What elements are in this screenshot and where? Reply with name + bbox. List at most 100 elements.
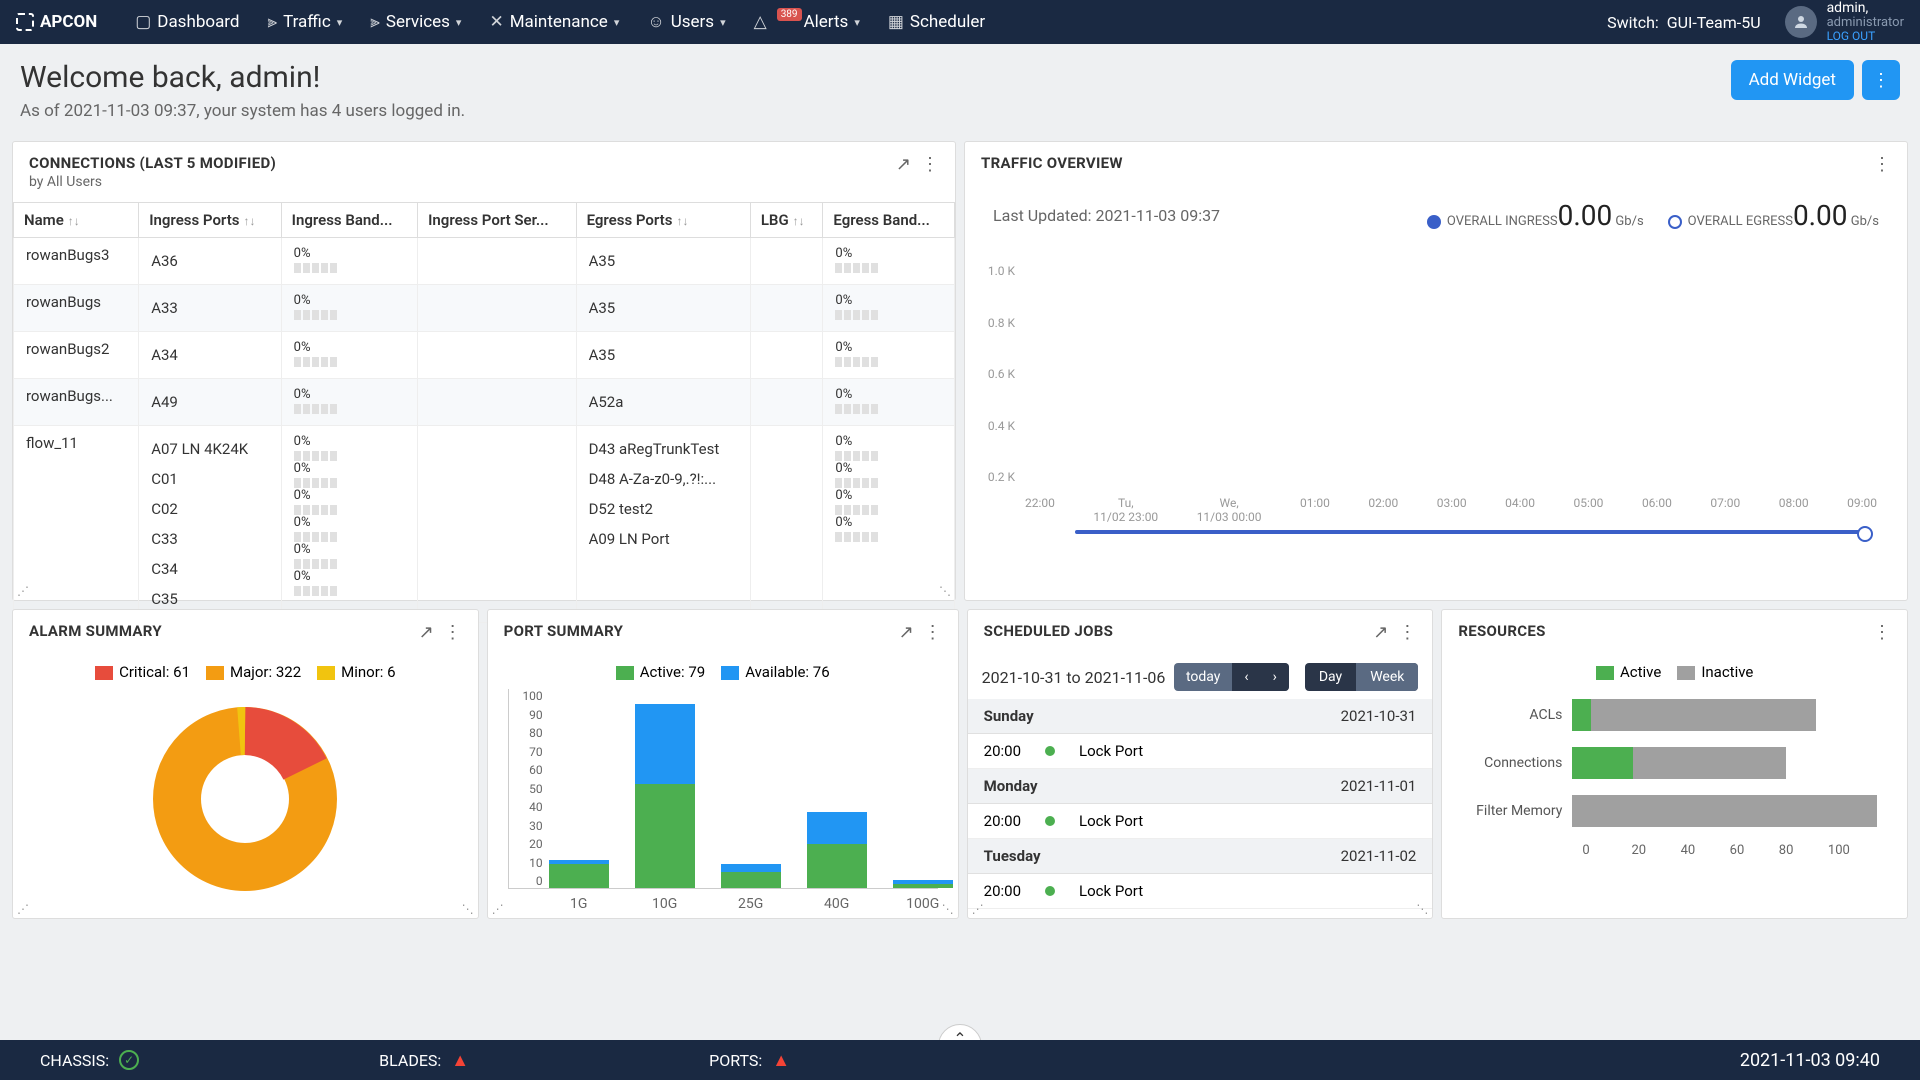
open-icon[interactable]: ↗ xyxy=(899,622,914,643)
brand-logo[interactable]: APCON xyxy=(16,12,97,32)
widget-resources: RESOURCES ⋮ Active Inactive ACLsConnecti… xyxy=(1441,609,1908,919)
sched-item[interactable]: 20:00Lock Port xyxy=(968,804,1433,839)
open-icon[interactable]: ↗ xyxy=(896,154,911,175)
page-header: Welcome back, admin! As of 2021-11-03 09… xyxy=(0,44,1920,137)
chevron-down-icon: ▾ xyxy=(614,16,620,29)
widget-port: PORT SUMMARY ↗ ⋮ Active: 79 Available: 76… xyxy=(487,609,959,919)
next-button[interactable]: › xyxy=(1261,663,1289,691)
week-button[interactable]: Week xyxy=(1356,663,1418,691)
legend-color-icon xyxy=(616,666,634,680)
resize-handle-icon[interactable]: ⋰ xyxy=(972,902,984,916)
resize-handle-icon[interactable]: ⋰ xyxy=(492,902,504,916)
nav-dashboard[interactable]: ▢Dashboard xyxy=(121,0,253,44)
kebab-icon[interactable]: ⋮ xyxy=(1873,154,1891,175)
open-icon[interactable]: ↗ xyxy=(419,622,434,643)
status-ports[interactable]: PORTS:▲ xyxy=(709,1050,790,1071)
resize-handle-icon[interactable]: ⋱ xyxy=(1416,902,1428,916)
open-icon[interactable]: ↗ xyxy=(1373,622,1388,643)
col-lbg[interactable]: LBG↑↓ xyxy=(750,203,823,238)
calendar-icon: ▦ xyxy=(888,12,904,32)
table-row[interactable]: rowanBugsA330%A350% xyxy=(14,285,955,332)
user-name: admin, xyxy=(1827,1,1904,16)
col-ingress-ports[interactable]: Ingress Ports↑↓ xyxy=(139,203,281,238)
resize-handle-icon[interactable]: ⋱ xyxy=(942,902,954,916)
avatar xyxy=(1785,6,1817,38)
res-legend: Active Inactive xyxy=(1442,655,1907,689)
user-menu[interactable]: admin, administrator LOG OUT xyxy=(1785,1,1904,44)
dashboard-icon: ▢ xyxy=(135,12,151,32)
nav-traffic[interactable]: ⫸Traffic▾ xyxy=(254,0,357,44)
traffic-chart[interactable]: 1.0 K0.8 K0.6 K0.4 K0.2 K 22:00Tu,11/02 … xyxy=(1025,264,1877,524)
kebab-icon[interactable]: ⋮ xyxy=(924,622,942,643)
table-row[interactable]: rowanBugs...A490%A52a0% xyxy=(14,379,955,426)
nav-maintenance[interactable]: ✕Maintenance▾ xyxy=(475,0,633,44)
resize-handle-icon[interactable]: ⋰ xyxy=(17,584,29,598)
sched-item[interactable]: 20:00Lock Port xyxy=(968,734,1433,769)
alarm-legend: Critical: 61 Major: 322 Minor: 6 xyxy=(13,655,478,689)
col-name[interactable]: Name↑↓ xyxy=(14,203,139,238)
legend-color-icon xyxy=(95,666,113,680)
today-button[interactable]: today xyxy=(1174,663,1232,691)
table-row[interactable]: flow_11A07 LN 4K24KC01C02C33C34C350%0%0%… xyxy=(14,426,955,623)
table-row[interactable]: rowanBugs3A360%A350% xyxy=(14,238,955,285)
status-bar: CHASSIS:✓ BLADES:▲ PORTS:▲ 2021-11-03 09… xyxy=(0,1040,1920,1080)
wrench-icon: ✕ xyxy=(489,12,503,32)
nav-users[interactable]: ☺Users▾ xyxy=(633,0,739,44)
widget-alarm: ALARM SUMMARY ↗⋮ Critical: 61 Major: 322… xyxy=(12,609,479,919)
resize-handle-icon[interactable]: ⋰ xyxy=(17,902,29,916)
chevron-down-icon: ▾ xyxy=(456,16,462,29)
switch-selector[interactable]: Switch: GUI-Team-5U xyxy=(1607,13,1760,32)
connections-title: CONNECTIONS (LAST 5 MODIFIED) xyxy=(29,154,276,172)
kebab-icon[interactable]: ⋮ xyxy=(444,622,462,643)
widget-traffic: TRAFFIC OVERVIEW ⋮ Last Updated: 2021-11… xyxy=(964,141,1908,601)
res-chart[interactable]: ACLsConnectionsFilter Memory020406080100 xyxy=(1442,689,1907,868)
kebab-icon[interactable]: ⋮ xyxy=(921,154,939,175)
legend-color-icon xyxy=(1677,666,1695,680)
res-title: RESOURCES xyxy=(1458,622,1545,640)
traffic-icon: ⫸ xyxy=(268,12,278,32)
traffic-updated: Last Updated: 2021-11-03 09:37 xyxy=(993,206,1220,225)
warning-icon: ▲ xyxy=(451,1050,469,1071)
col-egress-ports[interactable]: Egress Ports↑↓ xyxy=(576,203,750,238)
legend-ingress: OVERALL INGRESS0.00 Gb/s xyxy=(1427,199,1644,232)
connections-table: Name↑↓ Ingress Ports↑↓ Ingress Band... I… xyxy=(13,202,955,623)
alert-badge: 389 xyxy=(777,8,802,21)
date-nav: today ‹ › xyxy=(1174,663,1289,691)
footer-time: 2021-11-03 09:40 xyxy=(1740,1050,1880,1071)
table-row[interactable]: rowanBugs2A340%A350% xyxy=(14,332,955,379)
nav-alerts[interactable]: △389Alerts▾ xyxy=(740,0,874,44)
more-actions-button[interactable]: ⋮ xyxy=(1862,60,1900,100)
alarm-donut[interactable] xyxy=(13,689,478,909)
kebab-icon[interactable]: ⋮ xyxy=(1398,622,1416,643)
sched-item[interactable]: 20:00Lock Port xyxy=(968,874,1433,909)
col-ingress-band[interactable]: Ingress Band... xyxy=(281,203,417,238)
day-button[interactable]: Day xyxy=(1305,663,1356,691)
welcome-title: Welcome back, admin! xyxy=(20,60,465,95)
resize-handle-icon[interactable]: ⋱ xyxy=(462,902,474,916)
add-widget-button[interactable]: Add Widget xyxy=(1731,60,1854,100)
nav-scheduler[interactable]: ▦Scheduler xyxy=(874,0,999,44)
sched-title: SCHEDULED JOBS xyxy=(984,622,1113,640)
traffic-title: TRAFFIC OVERVIEW xyxy=(981,154,1123,172)
col-ingress-ser[interactable]: Ingress Port Ser... xyxy=(418,203,576,238)
port-chart[interactable]: 1009080706050403020100 1G10G25G40G100G xyxy=(508,689,938,889)
status-blades[interactable]: BLADES:▲ xyxy=(379,1050,469,1071)
legend-color-icon xyxy=(206,666,224,680)
connections-subtitle: by All Users xyxy=(29,174,276,190)
logout-link[interactable]: LOG OUT xyxy=(1827,30,1904,43)
time-slider[interactable] xyxy=(1075,530,1867,534)
widget-scheduled: SCHEDULED JOBS ↗⋮ 2021-10-31 to 2021-11-… xyxy=(967,609,1434,919)
sched-list[interactable]: Sunday2021-10-3120:00Lock PortMonday2021… xyxy=(968,699,1433,909)
widget-connections: CONNECTIONS (LAST 5 MODIFIED) by All Use… xyxy=(12,141,956,601)
status-chassis[interactable]: CHASSIS:✓ xyxy=(40,1050,139,1070)
check-icon: ✓ xyxy=(119,1050,139,1070)
chevron-down-icon: ▾ xyxy=(337,16,343,29)
nav-services[interactable]: ⫸Services▾ xyxy=(356,0,475,44)
kebab-icon[interactable]: ⋮ xyxy=(1873,622,1891,643)
col-egress-band[interactable]: Egress Band... xyxy=(823,203,955,238)
port-title: PORT SUMMARY xyxy=(504,622,624,640)
port-legend: Active: 79 Available: 76 xyxy=(488,655,958,689)
welcome-subtext: As of 2021-11-03 09:37, your system has … xyxy=(20,101,465,121)
resize-handle-icon[interactable]: ⋱ xyxy=(939,584,951,598)
prev-button[interactable]: ‹ xyxy=(1232,663,1260,691)
